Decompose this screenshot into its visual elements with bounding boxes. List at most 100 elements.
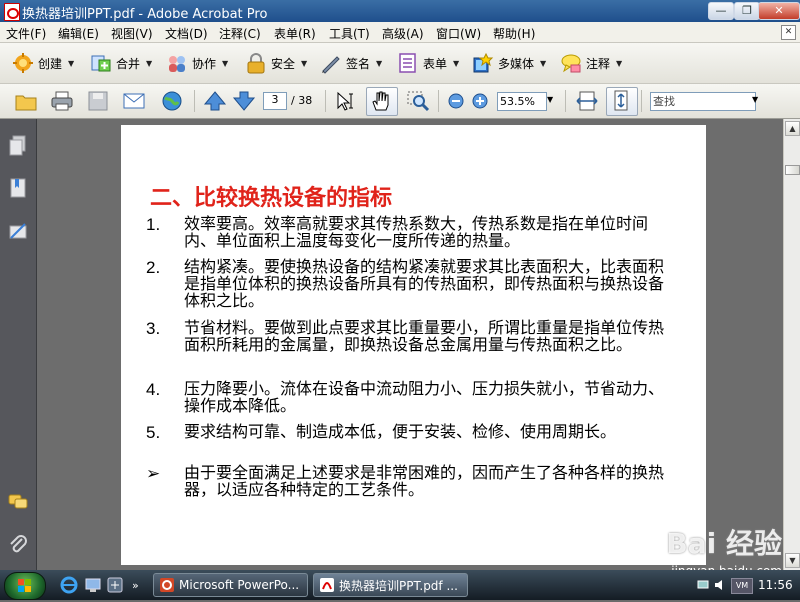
- create-pdf-icon: [12, 52, 34, 74]
- marquee-zoom-icon[interactable]: [406, 90, 430, 112]
- hand-tool-button[interactable]: [366, 87, 398, 116]
- secure-button[interactable]: 安全 ▼: [245, 51, 307, 75]
- create-button[interactable]: 创建 ▼: [12, 51, 74, 75]
- attachments-paperclip-icon[interactable]: [8, 533, 28, 555]
- menu-file[interactable]: 文件(F): [6, 25, 46, 42]
- maximize-button[interactable]: ❐: [734, 2, 760, 20]
- comment-button[interactable]: 注释 ▼: [560, 51, 622, 75]
- menu-document[interactable]: 文档(D): [165, 25, 208, 42]
- menu-edit[interactable]: 编辑(E): [58, 25, 99, 42]
- taskbar-button-powerpoint[interactable]: Microsoft PowerPo...: [153, 573, 308, 597]
- combine-label: 合并: [116, 56, 141, 71]
- window-title: 换热器培训PPT.pdf - Adobe Acrobat Pro: [22, 7, 268, 22]
- internet-explorer-icon[interactable]: [60, 576, 78, 594]
- zoom-level-input[interactable]: 53.5%: [497, 92, 547, 111]
- next-page-icon[interactable]: [232, 90, 256, 112]
- zoom-dropdown-chevron-icon[interactable]: ▼: [547, 95, 553, 104]
- fit-page-button[interactable]: [606, 87, 638, 116]
- forms-label: 表单: [423, 56, 448, 71]
- vertical-scrollbar[interactable]: ▲ ▼: [783, 119, 800, 570]
- list-item-marker: 5.: [146, 423, 161, 442]
- acrobat-pdf-icon: [4, 3, 20, 21]
- windows-logo-icon: [18, 579, 31, 592]
- chevron-down-icon: ▼: [376, 58, 383, 68]
- bookmarks-panel-icon[interactable]: [8, 177, 28, 199]
- menu-view[interactable]: 视图(V): [111, 25, 153, 42]
- volume-tray-icon[interactable]: [714, 579, 726, 591]
- globe-icon[interactable]: [160, 90, 184, 112]
- find-input[interactable]: 查找: [650, 92, 756, 111]
- menu-bar: 文件(F) 编辑(E) 视图(V) 文档(D) 注释(C) 表单(R) 工具(T…: [0, 22, 800, 43]
- form-icon: [397, 52, 419, 74]
- multimedia-icon: [472, 52, 494, 74]
- zoom-out-icon[interactable]: [447, 90, 465, 112]
- network-tray-icon[interactable]: [697, 579, 709, 591]
- taskbar-button-label: Microsoft PowerPo...: [179, 578, 300, 592]
- list-item-text: 节省材料。要做到此点要求其比重量要小，所谓比重量是指单位传热面积所耗用的金属量，…: [184, 318, 665, 354]
- show-desktop-icon[interactable]: [84, 576, 102, 594]
- signatures-panel-icon[interactable]: [8, 221, 28, 243]
- lock-icon: [245, 52, 267, 74]
- list-item-text: 要求结构可靠、制造成本低，便于安装、检修、使用周期长。: [184, 422, 617, 441]
- close-button[interactable]: ✕: [758, 2, 800, 20]
- open-folder-icon[interactable]: [14, 90, 38, 112]
- sign-label: 签名: [346, 56, 371, 71]
- taskbar-button-acrobat[interactable]: 换热器培训PPT.pdf ...: [313, 573, 468, 597]
- chevron-down-icon: ▼: [540, 58, 547, 68]
- email-icon[interactable]: [122, 90, 146, 112]
- fit-page-icon: [614, 90, 628, 111]
- select-text-cursor-icon[interactable]: [334, 90, 358, 112]
- menu-window[interactable]: 窗口(W): [436, 25, 481, 42]
- fit-width-icon[interactable]: [575, 90, 599, 112]
- list-item-text: 由于要全面满足上述要求是非常困难的，因而产生了各种各样的换热器，以适应各种特定的…: [184, 463, 665, 499]
- watermark-logo-text: Bai 经验: [666, 527, 782, 560]
- sign-button[interactable]: 签名 ▼: [320, 51, 382, 75]
- print-icon[interactable]: [50, 90, 74, 112]
- list-item-marker: 1.: [146, 215, 161, 234]
- find-dropdown-chevron-icon[interactable]: ▼: [752, 95, 758, 104]
- list-item-bullet: ➢: [146, 464, 161, 483]
- chevron-down-icon: ▼: [301, 58, 308, 68]
- zoom-in-icon[interactable]: [471, 90, 489, 112]
- combine-files-icon: [90, 52, 112, 74]
- collaborate-icon: [166, 52, 188, 74]
- combine-button[interactable]: 合并 ▼: [90, 51, 152, 75]
- menu-tools[interactable]: 工具(T): [329, 25, 370, 42]
- comments-panel-icon[interactable]: [8, 491, 28, 513]
- pages-panel-icon[interactable]: [8, 135, 28, 157]
- multimedia-label: 多媒体: [498, 56, 535, 71]
- page-number-input[interactable]: 3: [263, 92, 287, 110]
- list-item-marker: 3.: [146, 319, 161, 338]
- scroll-up-arrow-icon[interactable]: ▲: [785, 121, 800, 136]
- chevron-down-icon: ▼: [453, 58, 460, 68]
- navigation-toolbar: 3 / 38 53.5% ▼ 查找 ▼: [0, 84, 800, 119]
- comment-label: 注释: [586, 56, 611, 71]
- input-method-tray-icon[interactable]: VM: [731, 578, 753, 594]
- multimedia-button[interactable]: 多媒体 ▼: [472, 51, 546, 75]
- menu-forms[interactable]: 表单(R): [274, 25, 316, 42]
- forms-button[interactable]: 表单 ▼: [397, 51, 459, 75]
- navigation-panel: [0, 119, 37, 570]
- menu-help[interactable]: 帮助(H): [493, 25, 535, 42]
- close-document-icon[interactable]: ✕: [781, 25, 796, 40]
- acrobat-icon: [320, 578, 334, 592]
- quick-launch-overflow-icon[interactable]: »: [132, 579, 139, 592]
- collaborate-label: 协作: [192, 56, 217, 71]
- start-button[interactable]: [4, 572, 46, 600]
- quick-launch-icon[interactable]: [106, 576, 124, 594]
- menu-comments[interactable]: 注释(C): [219, 25, 261, 42]
- list-item-text: 效率要高。效率高就要求其传热系数大，传热系数是指在单位时间内、单位面积上温度每变…: [184, 214, 649, 250]
- powerpoint-icon: [160, 578, 174, 592]
- scrollbar-thumb[interactable]: [785, 165, 800, 175]
- title-bar: 换热器培训PPT.pdf - Adobe Acrobat Pro — ❐ ✕: [0, 0, 800, 22]
- collaborate-button[interactable]: 协作 ▼: [166, 51, 228, 75]
- create-label: 创建: [38, 56, 63, 71]
- taskbar: » Microsoft PowerPo... 换热器培训PPT.pdf ... …: [0, 570, 800, 600]
- previous-page-icon[interactable]: [203, 90, 227, 112]
- save-icon[interactable]: [86, 90, 110, 112]
- minimize-button[interactable]: —: [708, 2, 734, 20]
- menu-advanced[interactable]: 高级(A): [382, 25, 424, 42]
- taskbar-clock: 11:56: [758, 578, 793, 592]
- scroll-down-arrow-icon[interactable]: ▼: [785, 553, 800, 568]
- list-item-marker: 4.: [146, 380, 161, 399]
